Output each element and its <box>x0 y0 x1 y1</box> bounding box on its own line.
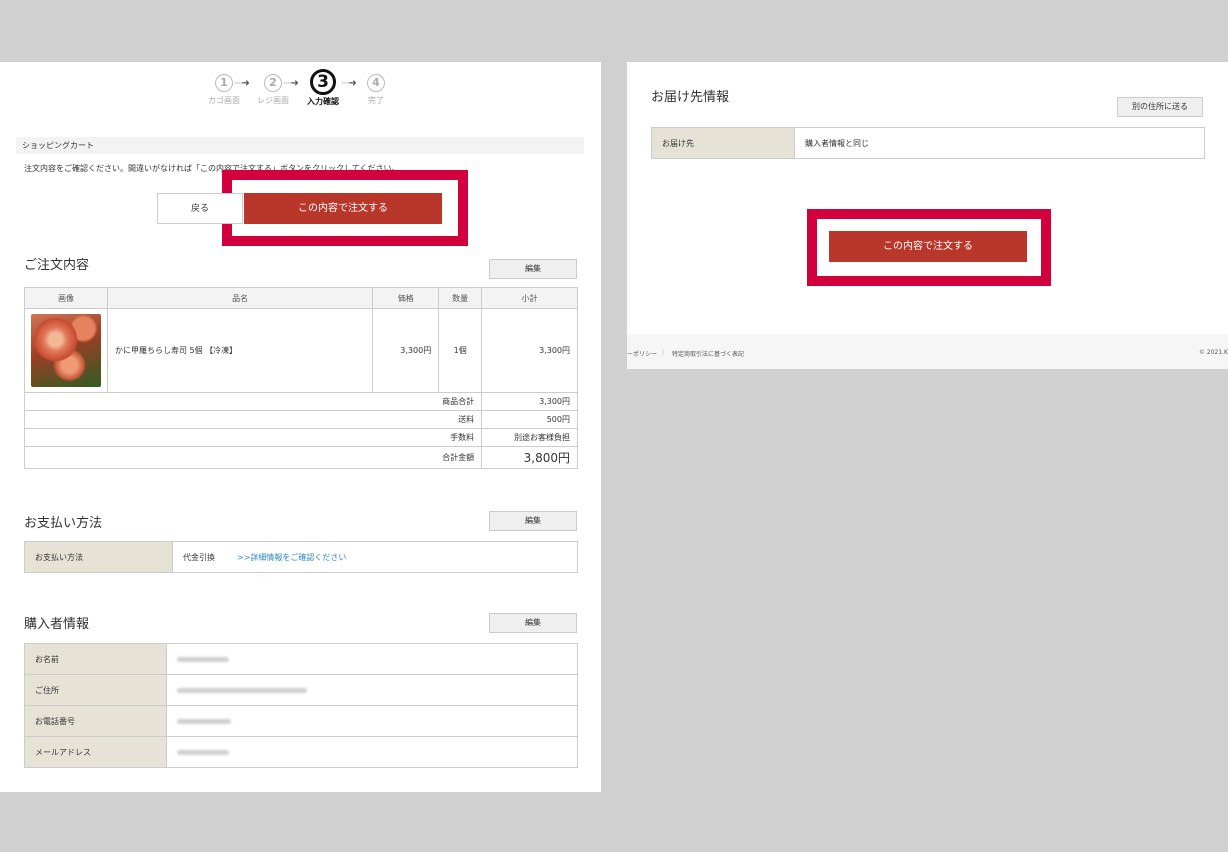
buyer-value-redacted <box>166 705 578 737</box>
redacted-text <box>177 718 231 724</box>
privacy-policy-link[interactable]: ーポリシー <box>627 349 657 358</box>
payment-label: お支払い方法 <box>24 541 173 573</box>
product-image-cell <box>24 308 108 393</box>
product-name: かに甲羅ちらし寿司 5個 【冷凍】 <box>106 308 374 393</box>
delivery-section-title: お届け先情報 <box>651 90 730 105</box>
order-section-title: ご注文内容 <box>24 258 90 273</box>
buyer-table: お名前 ご住所 お電話番号 メールアドレス <box>24 643 578 768</box>
edit-buyer-button[interactable]: 編集 <box>489 613 577 633</box>
product-image <box>30 314 101 387</box>
step-3-number: 3 <box>310 69 336 95</box>
payment-table: お支払い方法 代金引換 >>詳細情報をご確認ください <box>24 541 578 573</box>
product-qty: 1個 <box>438 308 483 393</box>
step-4-label: 完了 <box>368 96 384 105</box>
copyright: © 2021.K <box>1198 349 1228 356</box>
buyer-value-redacted <box>166 736 578 768</box>
step-3-current: 3 入力確認 <box>307 69 339 107</box>
order-table: 画像 品名 価格 数量 小計 かに甲羅ちらし寿司 5個 【冷凍】 3,300円 … <box>23 287 578 469</box>
shopping-cart-bar: ショッピングカート <box>16 137 584 154</box>
send-other-address-button[interactable]: 別の住所に送る <box>1117 97 1203 117</box>
col-qty-header: 数量 <box>438 287 483 309</box>
redacted-text <box>177 687 307 693</box>
redacted-text <box>177 749 229 755</box>
step-4-number: 4 <box>367 74 385 92</box>
summary-row: 商品合計 3,300円 <box>23 392 578 411</box>
confirm-page-right: お届け先情報 別の住所に送る お届け先 購入者情報と同じ この内容で注文する ー… <box>627 62 1228 369</box>
order-table-header: 画像 品名 価格 数量 小計 <box>24 287 578 309</box>
summary-row: 送料 500円 <box>23 410 578 429</box>
summary-label: 商品合計 <box>23 392 483 411</box>
step-arrow-icon: ····➜ <box>234 78 250 89</box>
product-subtotal: 3,300円 <box>481 308 578 393</box>
payment-row: お支払い方法 代金引換 >>詳細情報をご確認ください <box>24 541 578 573</box>
buyer-label: お電話番号 <box>24 705 167 737</box>
delivery-table: お届け先 購入者情報と同じ <box>651 127 1205 159</box>
step-2-label: レジ画面 <box>257 96 289 105</box>
confirm-page-left: 1 カゴ画面 ····➜ 2 レジ画面 ····➜ 3 入力確認 ····➜ 4… <box>0 62 601 792</box>
buyer-value-redacted <box>166 643 578 675</box>
step-2-number: 2 <box>264 74 282 92</box>
summary-row: 手数料 別途お客様負担 <box>23 428 578 447</box>
tokusho-link[interactable]: 特定商取引法に基づく表記 <box>672 349 744 358</box>
payment-value-cell: 代金引換 >>詳細情報をご確認ください <box>172 541 578 573</box>
place-order-button-bottom[interactable]: この内容で注文する <box>829 231 1027 262</box>
redacted-text <box>177 656 229 662</box>
buyer-row: ご住所 <box>24 674 578 706</box>
edit-payment-button[interactable]: 編集 <box>489 511 577 531</box>
col-name-header: 品名 <box>106 287 374 309</box>
payment-value: 代金引換 <box>183 552 215 562</box>
buyer-section-title: 購入者情報 <box>24 617 90 632</box>
summary-value: 500円 <box>481 410 578 429</box>
buyer-label: ご住所 <box>24 674 167 706</box>
delivery-label: お届け先 <box>651 127 795 159</box>
product-price: 3,300円 <box>372 308 440 393</box>
buyer-label: メールアドレス <box>24 736 167 768</box>
place-order-button[interactable]: この内容で注文する <box>244 193 442 224</box>
step-1-label: カゴ画面 <box>208 96 240 105</box>
footer: ーポリシー | 特定商取引法に基づく表記 © 2021.K <box>627 334 1228 369</box>
summary-label: 送料 <box>23 410 483 429</box>
summary-row-total: 合計金額 3,800円 <box>23 446 578 469</box>
summary-value: 3,300円 <box>481 392 578 411</box>
buyer-row: お電話番号 <box>24 705 578 737</box>
payment-details-link[interactable]: >>詳細情報をご確認ください <box>237 553 346 562</box>
buyer-value-redacted <box>166 674 578 706</box>
edit-order-button[interactable]: 編集 <box>489 259 577 279</box>
total-value: 3,800円 <box>481 446 578 469</box>
summary-label: 手数料 <box>23 428 483 447</box>
step-3-label: 入力確認 <box>307 97 339 106</box>
buyer-label: お名前 <box>24 643 167 675</box>
delivery-value: 購入者情報と同じ <box>794 127 1205 159</box>
footer-separator: | <box>662 349 665 356</box>
total-label: 合計金額 <box>23 446 483 469</box>
checkout-steps: 1 カゴ画面 ····➜ 2 レジ画面 ····➜ 3 入力確認 ····➜ 4… <box>200 69 400 114</box>
col-image-header: 画像 <box>24 287 108 309</box>
col-price-header: 価格 <box>372 287 440 309</box>
buyer-row: メールアドレス <box>24 736 578 768</box>
step-arrow-icon: ····➜ <box>283 78 299 89</box>
back-button[interactable]: 戻る <box>157 193 243 224</box>
summary-value: 別途お客様負担 <box>481 428 578 447</box>
col-subtotal-header: 小計 <box>481 287 578 309</box>
table-row: かに甲羅ちらし寿司 5個 【冷凍】 3,300円 1個 3,300円 <box>24 308 578 393</box>
buyer-row: お名前 <box>24 643 578 675</box>
step-arrow-icon: ····➜ <box>341 78 357 89</box>
step-4: 4 完了 <box>367 74 385 106</box>
payment-section-title: お支払い方法 <box>24 516 103 531</box>
delivery-row: お届け先 購入者情報と同じ <box>651 127 1205 159</box>
step-1-number: 1 <box>215 74 233 92</box>
